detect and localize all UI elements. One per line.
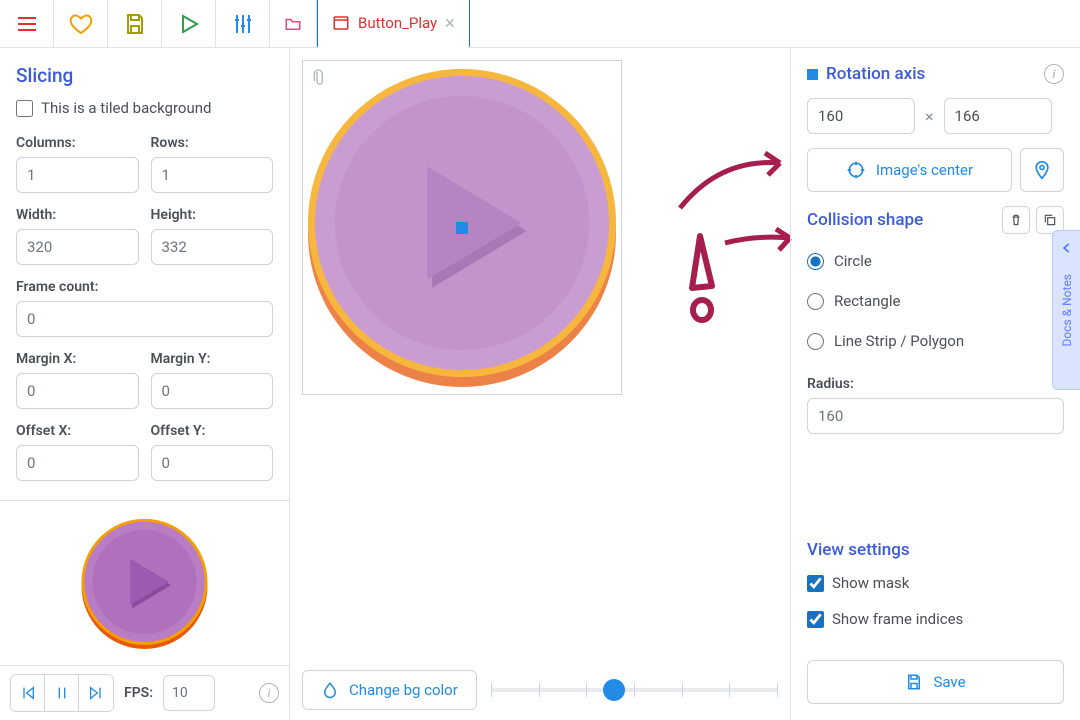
columns-label: Columns: <box>16 135 139 151</box>
sprite-frame[interactable] <box>302 60 622 395</box>
margin-x-label: Margin X: <box>16 351 139 367</box>
save-icon <box>905 673 923 691</box>
locate-button[interactable] <box>1020 148 1064 192</box>
rows-label: Rows: <box>151 135 274 151</box>
docs-notes-tab[interactable]: Docs & Notes <box>1052 230 1080 390</box>
browser-icon <box>332 14 350 32</box>
canvas-area: Change bg color <box>290 48 790 720</box>
favorite-button[interactable] <box>54 0 108 48</box>
settings-toolbar-button[interactable] <box>216 0 270 48</box>
square-icon <box>807 69 818 80</box>
frame-count-label: Frame count: <box>16 279 273 295</box>
radius-label: Radius: <box>807 376 1064 392</box>
right-panel: Rotation axis i × Image's center Collisi… <box>790 48 1080 720</box>
fps-input[interactable] <box>163 675 215 711</box>
rotation-x-input[interactable] <box>807 98 915 134</box>
pin-icon <box>1032 160 1052 180</box>
active-tab[interactable]: Button_Play × <box>317 0 470 48</box>
offset-y-label: Offset Y: <box>151 423 274 439</box>
view-settings-heading: View settings <box>807 540 1064 560</box>
annotation-exclaim <box>680 228 730 328</box>
tiled-checkbox[interactable] <box>16 100 33 117</box>
offset-y-input[interactable] <box>151 445 274 481</box>
zoom-slider[interactable] <box>491 675 778 705</box>
anchor-point[interactable] <box>456 222 468 234</box>
radius-input[interactable] <box>807 398 1064 434</box>
info-icon[interactable]: i <box>1044 64 1064 84</box>
tiled-checkbox-row[interactable]: This is a tiled background <box>16 99 273 117</box>
image-center-button[interactable]: Image's center <box>807 148 1012 192</box>
columns-input[interactable] <box>16 157 139 193</box>
rotation-y-input[interactable] <box>944 98 1052 134</box>
next-frame-button[interactable] <box>79 675 113 711</box>
delete-button[interactable] <box>1002 206 1030 234</box>
margin-y-input[interactable] <box>151 373 274 409</box>
offset-x-input[interactable] <box>16 445 139 481</box>
annotation-arrow-2 <box>720 223 800 263</box>
left-panel: Slicing This is a tiled background Colum… <box>0 48 290 720</box>
droplet-icon <box>321 681 339 699</box>
margin-x-input[interactable] <box>16 373 139 409</box>
change-bg-button[interactable]: Change bg color <box>302 670 477 710</box>
rectangle-radio[interactable]: Rectangle <box>807 288 1064 314</box>
folder-tab[interactable] <box>270 0 317 47</box>
save-toolbar-button[interactable] <box>108 0 162 48</box>
height-label: Height: <box>151 207 274 223</box>
collision-heading: Collision shape <box>807 206 1064 234</box>
fps-label: FPS: <box>124 685 153 701</box>
linestrip-radio[interactable]: Line Strip / Polygon <box>807 328 1064 354</box>
preview-area <box>0 500 289 665</box>
pause-button[interactable] <box>45 675 79 711</box>
play-toolbar-button[interactable] <box>162 0 216 48</box>
show-mask-checkbox[interactable]: Show mask <box>807 574 1064 592</box>
multiply-icon: × <box>925 107 934 126</box>
close-tab-icon[interactable]: × <box>445 13 455 34</box>
chevron-left-icon <box>1060 241 1074 255</box>
width-input[interactable] <box>16 229 139 265</box>
rows-input[interactable] <box>151 157 274 193</box>
playback-controls: FPS: i <box>0 665 289 720</box>
tab-label: Button_Play <box>358 14 437 32</box>
prev-frame-button[interactable] <box>11 675 45 711</box>
width-label: Width: <box>16 207 139 223</box>
rotation-heading: Rotation axis i <box>807 64 1064 84</box>
info-icon[interactable]: i <box>259 683 279 703</box>
margin-y-label: Margin Y: <box>151 351 274 367</box>
slicing-heading: Slicing <box>16 64 273 87</box>
annotation-arrow-1 <box>670 138 800 228</box>
offset-x-label: Offset X: <box>16 423 139 439</box>
top-toolbar: Button_Play × <box>0 0 1080 48</box>
crosshair-icon <box>846 160 866 180</box>
save-button[interactable]: Save <box>807 660 1064 704</box>
circle-radio[interactable]: Circle <box>807 248 1064 274</box>
slider-thumb[interactable] <box>603 679 625 701</box>
show-indices-checkbox[interactable]: Show frame indices <box>807 610 1064 628</box>
height-input[interactable] <box>151 229 274 265</box>
preview-sprite <box>77 516 212 651</box>
menu-button[interactable] <box>0 0 54 48</box>
folder-icon <box>284 15 302 33</box>
frame-count-input[interactable] <box>16 301 273 337</box>
